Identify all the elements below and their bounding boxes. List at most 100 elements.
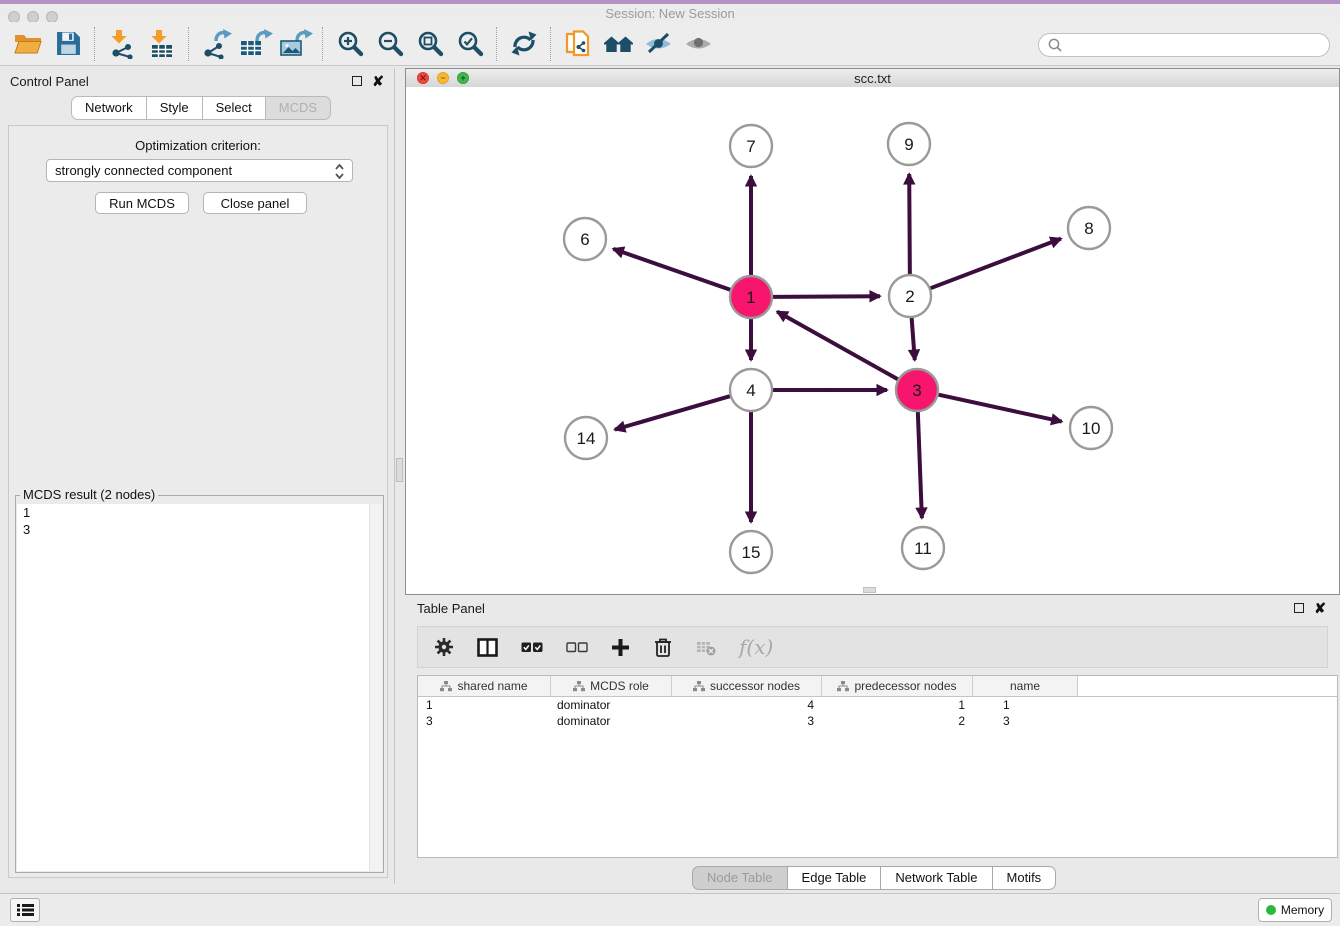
- column-type-icon: [837, 681, 849, 692]
- graph-node[interactable]: 2: [889, 275, 931, 317]
- close-panel-icon[interactable]: ✘: [372, 76, 384, 86]
- svg-text:6: 6: [580, 230, 589, 249]
- column-chooser-icon[interactable]: [477, 638, 498, 657]
- hide-selected-button[interactable]: [638, 26, 678, 62]
- graph-edge[interactable]: [777, 312, 898, 380]
- table-row[interactable]: 1dominator411: [418, 697, 1337, 713]
- graph-node[interactable]: 14: [565, 417, 607, 459]
- houses-button[interactable]: [598, 26, 638, 62]
- memory-button[interactable]: Memory: [1258, 898, 1332, 922]
- zoom-fit-button[interactable]: [410, 26, 450, 62]
- table-cell[interactable]: 3: [672, 713, 822, 729]
- minimize-view-button[interactable]: −: [437, 72, 449, 84]
- open-folder-icon: [14, 32, 42, 56]
- add-column-icon[interactable]: [611, 638, 630, 657]
- export-image-button[interactable]: [276, 26, 316, 62]
- export-table-button[interactable]: [236, 26, 276, 62]
- close-table-panel-icon[interactable]: ✘: [1314, 603, 1326, 613]
- float-panel-icon[interactable]: [352, 76, 362, 86]
- gear-icon[interactable]: [434, 637, 454, 657]
- close-panel-button[interactable]: Close panel: [203, 192, 307, 214]
- network-window-controls[interactable]: ✕ − +: [417, 72, 469, 84]
- import-table-button[interactable]: [142, 26, 182, 62]
- task-history-button[interactable]: [10, 898, 40, 922]
- graph-node[interactable]: 8: [1068, 207, 1110, 249]
- svg-text:4: 4: [746, 381, 755, 400]
- zoom-in-button[interactable]: [330, 26, 370, 62]
- network-canvas[interactable]: 7 9 6 8 1 2 4 3 14 10 15 11: [406, 87, 1339, 594]
- network-graph[interactable]: 7 9 6 8 1 2 4 3 14 10 15 11: [406, 87, 1339, 594]
- unselect-all-icon[interactable]: [566, 640, 588, 654]
- control-panel-tabs: Network Style Select MCDS: [71, 96, 331, 120]
- combo-stepper-icon: [333, 162, 346, 181]
- tab-network-table[interactable]: Network Table: [881, 866, 992, 890]
- tab-node-table[interactable]: Node Table: [692, 866, 788, 890]
- graph-edge[interactable]: [938, 395, 1061, 422]
- open-session-button[interactable]: [8, 26, 48, 62]
- close-view-button[interactable]: ✕: [417, 72, 429, 84]
- graph-edge[interactable]: [931, 239, 1061, 289]
- table-cell[interactable]: 1: [973, 697, 1078, 713]
- graph-edge[interactable]: [909, 174, 910, 274]
- table-row[interactable]: 3dominator323: [418, 713, 1337, 729]
- tab-motifs[interactable]: Motifs: [993, 866, 1057, 890]
- graph-node[interactable]: 9: [888, 123, 930, 165]
- tab-edge-table[interactable]: Edge Table: [788, 866, 882, 890]
- select-all-icon[interactable]: [521, 640, 543, 654]
- graph-node[interactable]: 1: [730, 276, 772, 318]
- search-input[interactable]: [1038, 33, 1330, 57]
- column-header-mcds-role[interactable]: MCDS role: [551, 676, 672, 696]
- graph-node[interactable]: 7: [730, 125, 772, 167]
- table-cell[interactable]: 1: [822, 697, 973, 713]
- table-cell[interactable]: 3: [973, 713, 1078, 729]
- mcds-result-list[interactable]: 1 3: [17, 504, 382, 871]
- image-export-arrow-icon: [279, 29, 313, 59]
- save-session-button[interactable]: [48, 26, 88, 62]
- graph-node[interactable]: 6: [564, 218, 606, 260]
- column-header-predecessor-nodes[interactable]: predecessor nodes: [822, 676, 973, 696]
- column-header-successor-nodes[interactable]: successor nodes: [672, 676, 822, 696]
- float-table-panel-icon[interactable]: [1294, 603, 1304, 613]
- tab-select[interactable]: Select: [203, 96, 266, 120]
- graph-edge[interactable]: [912, 318, 915, 360]
- save-disk-icon: [56, 31, 81, 56]
- show-all-button[interactable]: [678, 26, 718, 62]
- column-header-shared-name[interactable]: shared name: [418, 676, 551, 696]
- refresh-button[interactable]: [504, 26, 544, 62]
- graph-node[interactable]: 15: [730, 531, 772, 573]
- graph-node[interactable]: 4: [730, 369, 772, 411]
- import-network-button[interactable]: [102, 26, 142, 62]
- table-cell[interactable]: 3: [418, 713, 551, 729]
- graph-edge[interactable]: [613, 249, 730, 290]
- zoom-out-button[interactable]: [370, 26, 410, 62]
- graph-node[interactable]: 10: [1070, 407, 1112, 449]
- maximize-view-button[interactable]: +: [457, 72, 469, 84]
- new-network-button[interactable]: [196, 26, 236, 62]
- horizontal-splitter-handle[interactable]: [863, 587, 876, 593]
- criterion-select[interactable]: strongly connected component: [46, 159, 353, 182]
- table-cell[interactable]: dominator: [551, 713, 672, 729]
- table-cell[interactable]: 1: [418, 697, 551, 713]
- table-cell[interactable]: 4: [672, 697, 822, 713]
- graph-edge[interactable]: [918, 412, 922, 518]
- table-cell[interactable]: 2: [822, 713, 973, 729]
- network-window-titlebar[interactable]: ✕ − + scc.txt: [406, 69, 1339, 88]
- result-scrollbar[interactable]: [369, 504, 382, 871]
- table-panel-title: Table Panel: [417, 601, 1294, 616]
- graph-node[interactable]: 11: [902, 527, 944, 569]
- tab-style[interactable]: Style: [147, 96, 203, 120]
- clone-network-button[interactable]: [558, 26, 598, 62]
- table-body: 1dominator4113dominator323: [418, 697, 1337, 729]
- table-cell[interactable]: dominator: [551, 697, 672, 713]
- trash-icon[interactable]: [653, 637, 673, 658]
- import-network-icon: [107, 29, 137, 59]
- run-mcds-button[interactable]: Run MCDS: [95, 192, 189, 214]
- graph-node[interactable]: 3: [896, 369, 938, 411]
- zoom-selected-button[interactable]: [450, 26, 490, 62]
- graph-edge[interactable]: [615, 396, 730, 429]
- network-view-window: ✕ − + scc.txt 7 9 6 8 1 2 4 3 14 10 15 11: [405, 68, 1340, 595]
- panel-splitter-handle[interactable]: [396, 458, 403, 482]
- column-header-name[interactable]: name: [973, 676, 1078, 696]
- tab-network[interactable]: Network: [71, 96, 147, 120]
- tab-mcds[interactable]: MCDS: [266, 96, 331, 120]
